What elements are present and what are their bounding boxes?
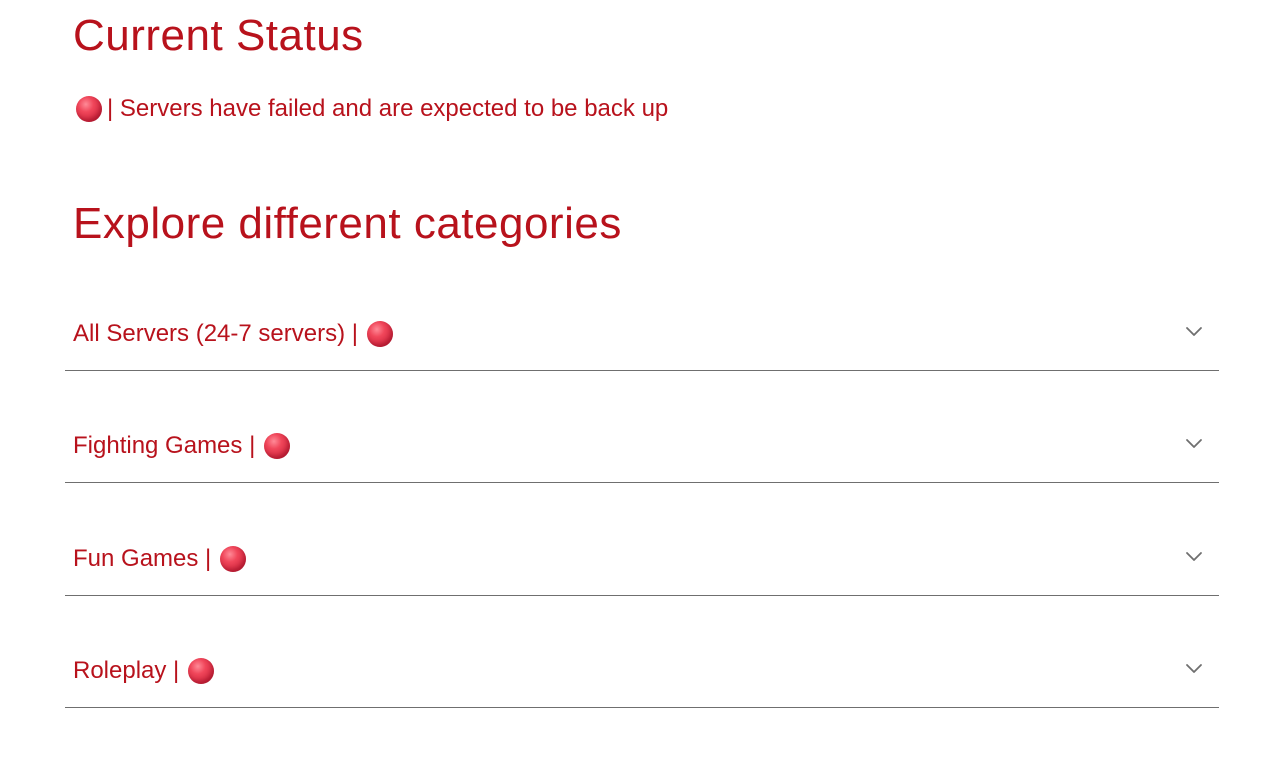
category-header: All Servers (24-7 servers) |	[73, 319, 393, 349]
chevron-down-icon[interactable]	[1183, 321, 1205, 343]
status-line: | Servers have failed and are expected t…	[76, 94, 668, 124]
category-header: Fun Games |	[73, 544, 247, 574]
category-header: Fighting Games |	[73, 431, 291, 461]
chevron-down-icon[interactable]	[1183, 546, 1205, 568]
status-message: | Servers have failed and are expected t…	[107, 95, 669, 122]
explore-categories-heading: Explore different categories	[73, 199, 622, 248]
category-fun-games[interactable]: Fun Games |	[65, 522, 1219, 596]
red-circle-icon	[264, 433, 291, 459]
red-circle-icon	[366, 321, 393, 347]
current-status-heading: Current Status	[73, 11, 364, 60]
red-circle-icon	[76, 96, 102, 122]
red-circle-icon	[188, 658, 215, 684]
category-label: Fighting Games |	[73, 432, 256, 459]
page: Current Status | Servers have failed and…	[0, 0, 1262, 778]
red-circle-icon	[220, 546, 247, 572]
category-header: Roleplay |	[73, 656, 215, 686]
category-label: All Servers (24-7 servers) |	[73, 320, 358, 347]
category-label: Fun Games |	[73, 545, 212, 572]
category-fighting-games[interactable]: Fighting Games |	[65, 409, 1219, 483]
chevron-down-icon[interactable]	[1183, 658, 1205, 680]
category-label: Roleplay |	[73, 657, 180, 684]
category-roleplay[interactable]: Roleplay |	[65, 634, 1219, 708]
chevron-down-icon[interactable]	[1183, 433, 1205, 455]
category-all-servers[interactable]: All Servers (24-7 servers) |	[65, 297, 1219, 371]
